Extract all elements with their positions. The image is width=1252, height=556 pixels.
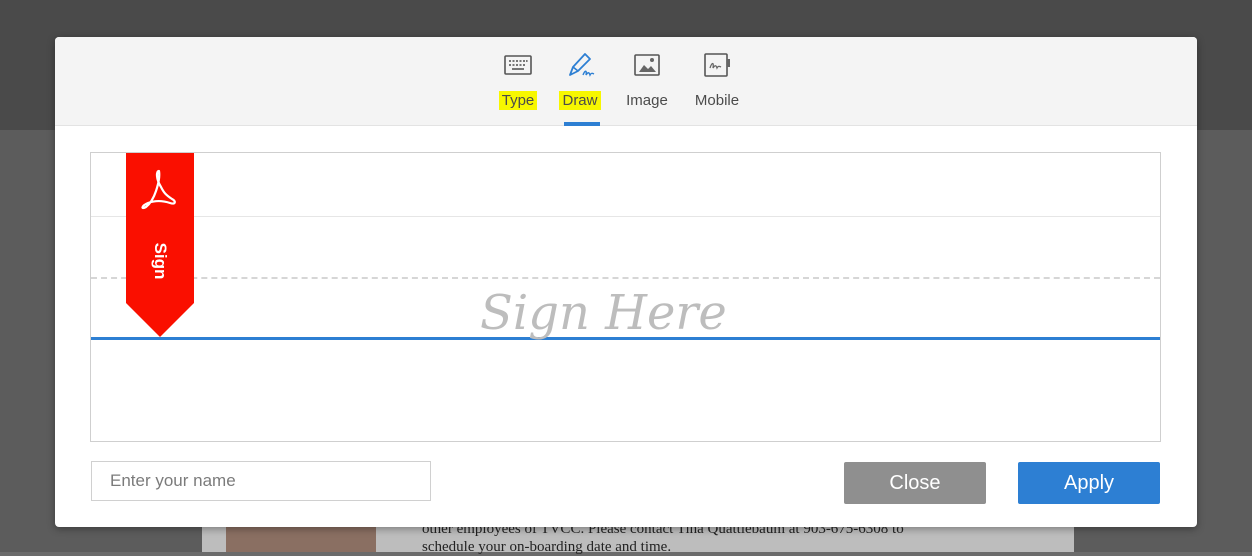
document-text-line: schedule your on-boarding date and time. bbox=[422, 539, 672, 555]
sign-here-placeholder: Sign Here bbox=[480, 285, 727, 341]
mobile-signature-icon bbox=[704, 53, 730, 77]
active-tab-indicator bbox=[564, 122, 600, 126]
tab-draw-label: Draw bbox=[559, 91, 601, 110]
pen-draw-icon bbox=[569, 53, 595, 77]
signature-method-tabs: Type Draw Image Mobile bbox=[55, 37, 1197, 126]
sign-ribbon-label: Sign bbox=[151, 243, 170, 280]
apply-button[interactable]: Apply bbox=[1018, 462, 1160, 504]
tab-mobile-label: Mobile bbox=[694, 92, 740, 109]
signature-canvas[interactable]: Sign Here Sign bbox=[90, 152, 1161, 442]
close-button[interactable]: Close bbox=[844, 462, 986, 504]
signature-dialog: Type Draw Image Mobile Sign Here Sign En… bbox=[55, 37, 1197, 527]
guide-line bbox=[91, 216, 1160, 217]
tab-draw[interactable]: Draw bbox=[552, 49, 608, 126]
tab-type-label: Type bbox=[498, 91, 538, 110]
tab-image[interactable]: Image bbox=[619, 49, 675, 125]
image-icon bbox=[634, 54, 660, 76]
sign-here-text: Sign Here bbox=[480, 285, 727, 341]
tab-image-label: Image bbox=[626, 92, 668, 109]
name-input[interactable] bbox=[91, 461, 431, 501]
keyboard-icon bbox=[504, 55, 532, 75]
tab-mobile[interactable]: Mobile bbox=[689, 49, 745, 125]
sign-ribbon: Sign bbox=[126, 153, 194, 337]
document-image bbox=[226, 525, 376, 552]
tab-type[interactable]: Type bbox=[490, 49, 546, 125]
